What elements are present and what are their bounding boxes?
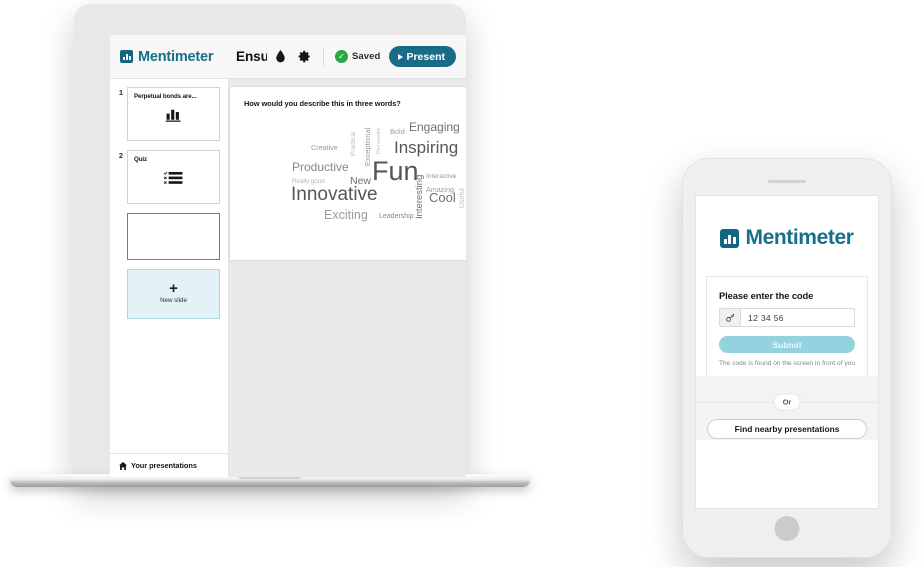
saved-label: Saved (351, 51, 381, 62)
phone-mockup: Mentimeter Please enter the code Submit … (679, 158, 895, 558)
slide-thumbnail-selected[interactable] (127, 213, 220, 260)
word-cloud-term: Amazing (426, 185, 454, 194)
word-cloud-term: Innovative (291, 184, 378, 205)
slide-question: How would you describe this in three wor… (244, 99, 401, 108)
your-presentations-label: Your presentations (131, 461, 197, 470)
play-icon (398, 53, 404, 60)
word-cloud-term: Democratic (376, 127, 382, 154)
voting-brand-name: Mentimeter (745, 226, 854, 249)
word-cloud-term: Interesting (414, 174, 425, 219)
find-nearby-button[interactable]: Find nearby presentations (707, 418, 867, 439)
code-label: Please enter the code (719, 290, 814, 301)
list-item[interactable]: 2 Quiz (116, 150, 220, 204)
new-slide-button[interactable]: + New slide (127, 269, 220, 319)
slide-rail: 1 Perpetual bonds are... 2 Quiz + New sl… (110, 79, 229, 477)
mentimeter-mark-icon (120, 50, 133, 63)
submit-button[interactable]: Submit (719, 336, 855, 353)
word-cloud-term: Exciting (324, 208, 368, 222)
phone-volume-up-button (679, 230, 682, 256)
mentimeter-mark-icon (720, 228, 740, 248)
word-cloud-term: Leadership (379, 213, 414, 220)
new-slide-label: New slide (160, 297, 187, 304)
canvas-area: How would you describe this in three wor… (229, 79, 466, 477)
slide-number: 1 (118, 88, 123, 97)
check-icon: ✓ (334, 50, 348, 63)
laptop-mockup: Mentimeter Ensure that you have the atte… (10, 4, 530, 488)
word-cloud-term: Fun (372, 156, 419, 186)
app-header: Mentimeter Ensure that you have the atte… (110, 35, 466, 79)
app-body: 1 Perpetual bonds are... 2 Quiz + New sl… (110, 79, 466, 477)
word-cloud: Fun Innovative Inspiring Productive Engaging… (244, 114, 466, 242)
gear-icon[interactable] (297, 49, 312, 64)
slide-thumbnail[interactable]: Perpetual bonds are... (127, 87, 220, 141)
presentation-title-text: Ensure that you have the attention of yo… (236, 49, 267, 64)
word-cloud-term: New (350, 175, 372, 187)
quiz-list-icon (128, 171, 219, 185)
code-hint: The code is found on the screen in front… (719, 360, 855, 367)
word-cloud-term: Productive (292, 160, 349, 174)
voting-logo: Mentimeter (696, 196, 878, 276)
word-cloud-term: Interactive (426, 173, 457, 180)
code-input[interactable] (741, 309, 854, 326)
word-cloud-term: Inspiring (394, 138, 459, 157)
list-item[interactable]: 1 Perpetual bonds are... (116, 87, 220, 141)
or-label: Or (773, 393, 801, 411)
slide-canvas[interactable]: How would you describe this in three wor… (229, 86, 466, 261)
code-input-row[interactable] (719, 308, 855, 327)
slide-list[interactable]: 1 Perpetual bonds are... 2 Quiz + New sl… (110, 79, 228, 453)
header-divider (322, 47, 324, 66)
header-actions: ✓ Saved Present (267, 46, 456, 67)
droplet-icon[interactable] (273, 49, 288, 64)
scene: Mentimeter Ensure that you have the atte… (0, 0, 924, 567)
slide-thumb-title: Perpetual bonds are... (134, 93, 197, 100)
or-separator: Or (696, 393, 878, 411)
present-button[interactable]: Present (389, 46, 456, 67)
word-cloud-term: Exceptional (363, 127, 372, 166)
voting-bottom-section: Or Find nearby presentations (696, 375, 878, 440)
word-cloud-term: Practical (350, 131, 357, 156)
word-cloud-term: Engaging (409, 120, 460, 134)
word-cloud-term: Useful (459, 188, 466, 208)
word-cloud-term: Creative (311, 143, 338, 152)
brand-name: Mentimeter (138, 48, 214, 65)
laptop-screen: Mentimeter Ensure that you have the atte… (110, 35, 466, 477)
slide-thumb-title: Quiz (134, 156, 148, 163)
word-cloud-term: Really good (292, 178, 325, 185)
home-icon (119, 457, 127, 475)
key-icon (720, 309, 741, 326)
bar-chart-icon (128, 108, 219, 122)
presentation-title[interactable]: Ensure that you have the attention of yo… (230, 49, 267, 64)
present-label: Present (406, 50, 445, 63)
slide-number: 2 (118, 151, 123, 160)
saved-status: ✓ Saved (334, 50, 381, 63)
phone-screen: Mentimeter Please enter the code Submit … (695, 195, 879, 509)
word-cloud-term: Bold (390, 127, 405, 136)
code-entry-card: Please enter the code Submit The code is… (706, 276, 868, 384)
mentimeter-logo[interactable]: Mentimeter (120, 49, 230, 65)
slide-thumbnail[interactable]: Quiz (127, 150, 220, 204)
phone-power-button (892, 222, 895, 262)
plus-icon: + (169, 280, 178, 297)
phone-speaker (768, 180, 806, 184)
phone-home-button[interactable] (774, 516, 800, 541)
phone-volume-down-button (679, 262, 682, 288)
your-presentations-link[interactable]: Your presentations (110, 453, 228, 477)
